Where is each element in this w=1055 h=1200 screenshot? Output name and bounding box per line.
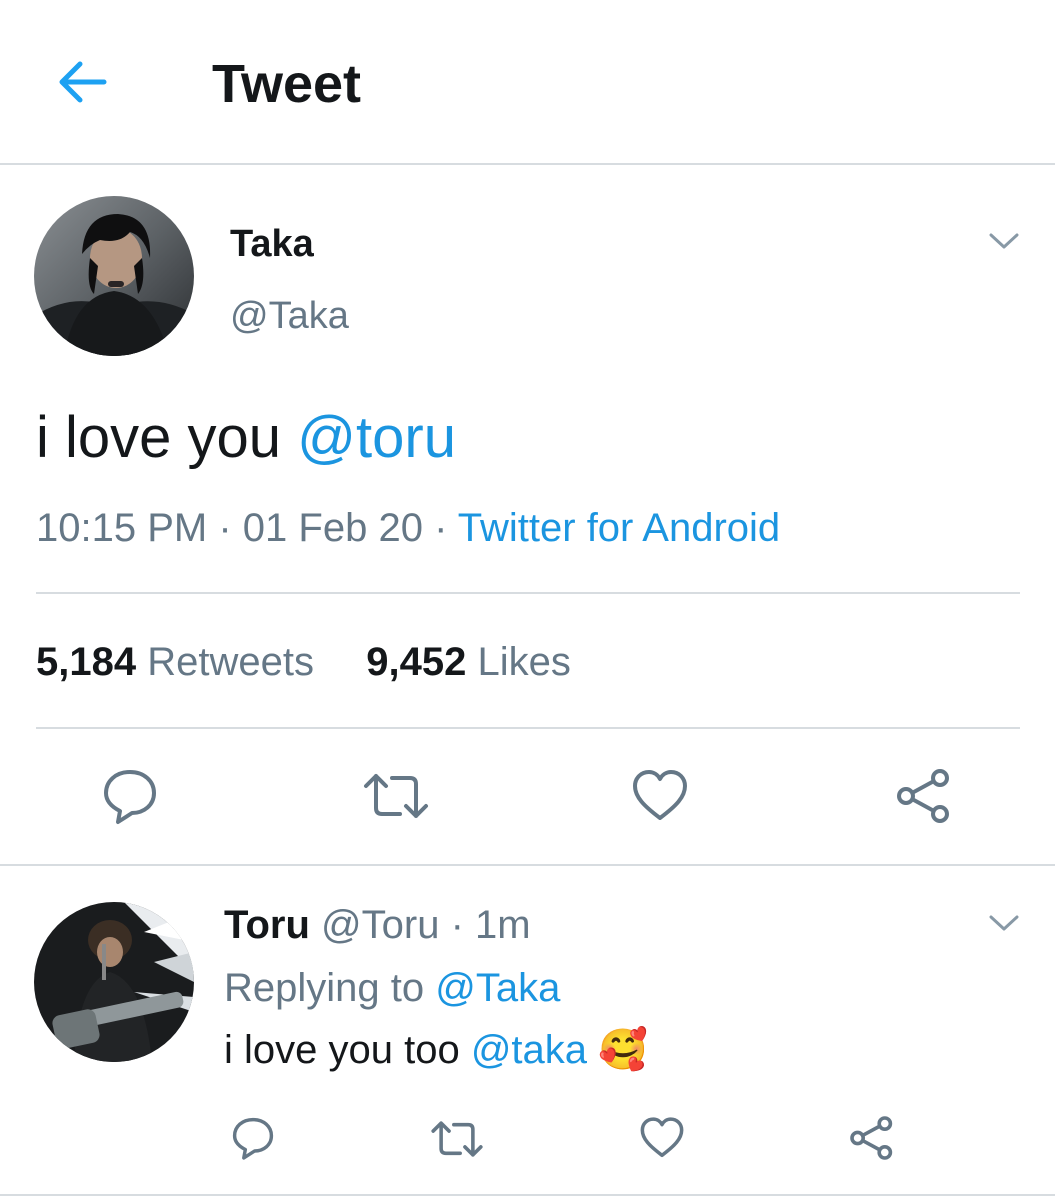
retweet-icon (364, 774, 428, 818)
tweet-time: 10:15 PM (36, 506, 208, 550)
author-name[interactable]: Taka (230, 222, 314, 266)
reply-button[interactable] (100, 766, 160, 826)
retweet-button[interactable] (362, 770, 430, 822)
avatar-photo (34, 902, 194, 1062)
tweet-source-link[interactable]: Twitter for Android (458, 506, 780, 550)
retweet-icon (431, 1121, 483, 1157)
meta-separator: · (434, 506, 448, 550)
retweets-label: Retweets (147, 640, 314, 684)
reply-author-avatar[interactable] (34, 902, 194, 1062)
share-button[interactable] (894, 766, 954, 826)
tweet-date: 01 Feb 20 (242, 506, 423, 550)
reply-reply-button[interactable] (230, 1115, 276, 1161)
chevron-down-icon (989, 233, 1019, 249)
tweet-menu-caret[interactable] (986, 226, 1022, 256)
replying-to-link[interactable]: @Taka (435, 966, 560, 1010)
reply-divider (0, 864, 1055, 866)
retweets-stat[interactable]: 5,184 Retweets (36, 640, 325, 684)
meta-separator: · (218, 506, 232, 550)
reply-author-name[interactable]: Toru (224, 903, 310, 947)
likes-stat[interactable]: 9,452 Likes (366, 640, 571, 684)
reply-text: i love you too @taka 🥰 (224, 1027, 648, 1073)
like-button[interactable] (630, 768, 690, 824)
avatar-photo (34, 196, 194, 356)
reply-mention-link[interactable]: @taka (471, 1028, 587, 1072)
reply-icon (232, 1117, 274, 1160)
tweet-mention-link[interactable]: @toru (297, 405, 456, 470)
author-handle[interactable]: @Taka (230, 294, 349, 338)
tweet-meta: 10:15 PM · 01 Feb 20 · Twitter for Andro… (36, 505, 780, 551)
top-bar: Tweet (0, 0, 1055, 165)
reply-author-handle[interactable]: @Toru (321, 903, 439, 947)
arrow-left-icon (59, 61, 107, 103)
retweets-count: 5,184 (36, 640, 137, 684)
reply-header: Toru @Toru · 1m (224, 902, 531, 948)
heart-icon (633, 770, 687, 820)
reply-share-button[interactable] (848, 1114, 896, 1162)
bottom-divider (0, 1194, 1055, 1196)
replying-to-line: Replying to @Taka (224, 965, 560, 1011)
author-avatar[interactable] (34, 196, 194, 356)
replying-to-label: Replying to (224, 966, 425, 1010)
header-divider (0, 163, 1055, 165)
reply-menu-caret[interactable] (986, 908, 1022, 938)
tweet-stats: 5,184 Retweets 9,452 Likes (36, 639, 571, 685)
stats-divider (36, 727, 1020, 729)
reply-age: 1m (475, 903, 531, 947)
share-icon (897, 769, 949, 823)
page-title: Tweet (212, 54, 362, 114)
smiling-face-with-hearts-emoji: 🥰 (598, 1027, 648, 1073)
reply-retweet-button[interactable] (430, 1118, 484, 1160)
heart-icon (640, 1117, 684, 1158)
meta-divider (36, 592, 1020, 594)
share-icon (850, 1116, 893, 1160)
meta-separator: · (450, 903, 464, 947)
chevron-down-icon (989, 915, 1019, 931)
tweet-body: i love you (36, 405, 282, 470)
reply-like-button[interactable] (638, 1116, 686, 1160)
reply-icon (104, 770, 156, 824)
reply-body: i love you too (224, 1028, 460, 1072)
back-button[interactable] (52, 54, 112, 110)
tweet-text: i love you @toru (36, 404, 456, 472)
likes-count: 9,452 (366, 640, 467, 684)
likes-label: Likes (477, 640, 571, 684)
